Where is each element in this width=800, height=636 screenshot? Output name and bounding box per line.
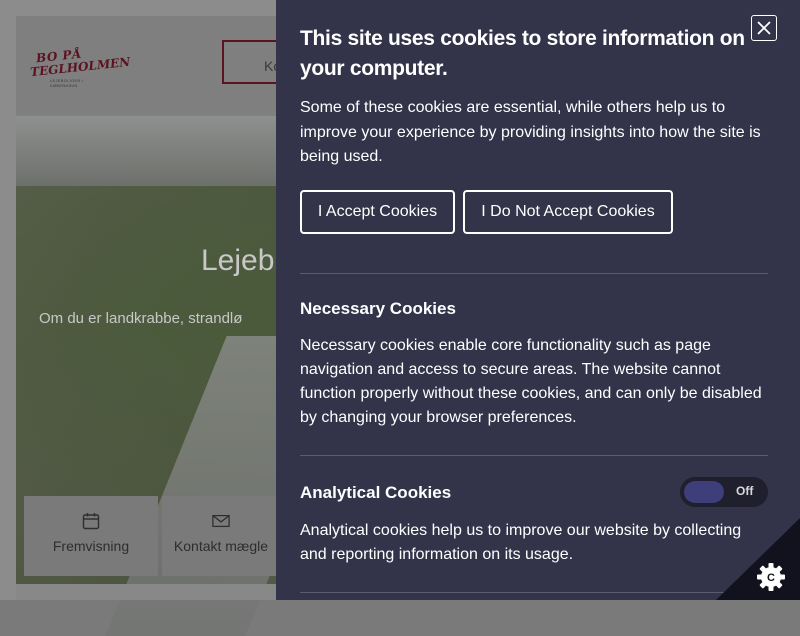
cookie-panel-title: This site uses cookies to store informat… xyxy=(300,27,745,80)
cookie-consent-panel: This site uses cookies to store informat… xyxy=(276,0,800,600)
cookie-gear-icon: C xyxy=(716,518,800,600)
analytical-cookies-title: Analytical Cookies xyxy=(300,483,452,502)
tile-label: Fremvisning xyxy=(52,538,130,554)
cookie-panel-intro: Some of these cookies are essential, whi… xyxy=(300,99,761,165)
calendar-icon xyxy=(82,513,100,530)
mail-icon xyxy=(212,514,230,528)
hero-subtitle: Om du er landkrabbe, strandlø xyxy=(39,310,243,327)
decline-cookies-button[interactable]: I Do Not Accept Cookies xyxy=(463,190,673,234)
analytical-cookies-toggle[interactable]: Off xyxy=(680,477,768,507)
tile-kontakt-maegler[interactable]: Kontakt mægle xyxy=(162,496,280,576)
tile-label: Kontakt mægle xyxy=(173,538,269,554)
section-divider xyxy=(300,455,768,456)
necessary-cookies-title: Necessary Cookies xyxy=(300,299,456,318)
section-divider xyxy=(300,592,768,593)
cookie-settings-badge[interactable]: C xyxy=(716,518,800,600)
logo-tagline: LEJEBOLIGER I KØBENHAVN xyxy=(50,78,84,88)
hero-title: Lejeb xyxy=(201,244,275,277)
toggle-knob xyxy=(684,481,724,503)
accept-cookies-button[interactable]: I Accept Cookies xyxy=(300,190,455,234)
tile-fremvisning[interactable]: Fremvisning xyxy=(24,496,158,576)
section-divider xyxy=(300,273,768,274)
site-logo[interactable]: BO PÅ TEGLHOLMEN LEJEBOLIGER I KØBENHAVN xyxy=(30,47,131,88)
svg-text:C: C xyxy=(767,572,775,584)
toggle-state-label: Off xyxy=(736,484,754,498)
necessary-cookies-description: Necessary cookies enable core functional… xyxy=(300,337,762,426)
analytical-cookies-description: Analytical cookies help us to improve ou… xyxy=(300,522,742,563)
